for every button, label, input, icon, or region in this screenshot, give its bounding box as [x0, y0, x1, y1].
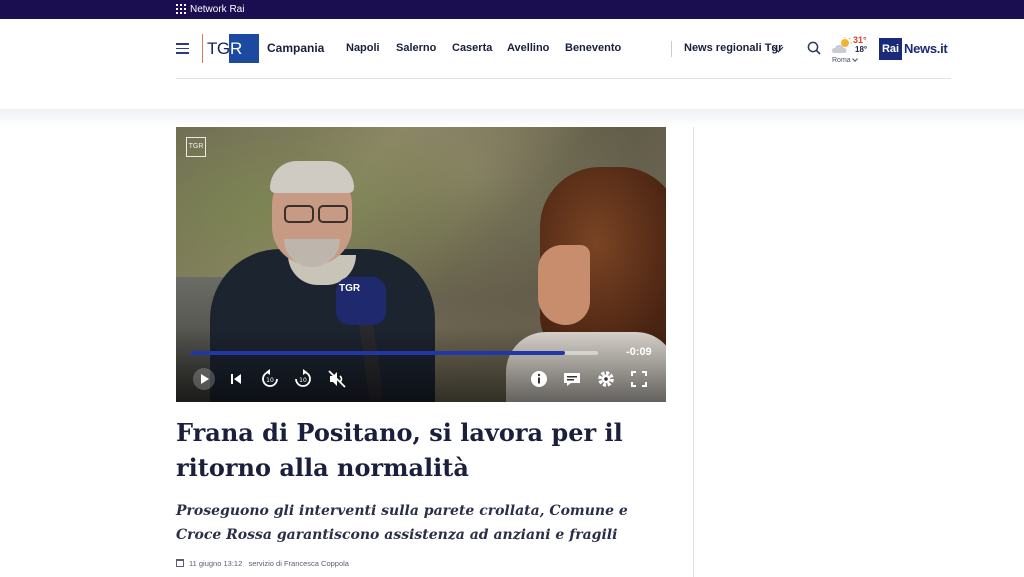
video-interviewee-glasses — [280, 205, 352, 225]
settings-gear-icon[interactable] — [594, 367, 618, 391]
video-interviewee-hair — [270, 161, 354, 193]
mute-icon[interactable] — [325, 367, 349, 391]
tgr-logo-text: TG — [207, 39, 230, 58]
microphone-label: TGR — [339, 283, 361, 294]
info-icon[interactable] — [527, 367, 551, 391]
temperature-low: 18° — [855, 45, 868, 54]
play-icon[interactable] — [192, 367, 216, 391]
news-regionali-dropdown[interactable]: News regionali Tgr — [684, 42, 782, 54]
rai-logo-box: Rai — [879, 38, 902, 60]
tgr-logo-box: R — [229, 34, 259, 63]
hamburger-menu-icon[interactable] — [176, 43, 189, 54]
skip-back-icon[interactable] — [224, 367, 248, 391]
tgr-logo[interactable]: TG R — [205, 34, 259, 63]
header-divider — [176, 78, 951, 79]
time-remaining: -0:09 — [626, 346, 652, 358]
nav-divider — [671, 41, 672, 57]
nav-item-benevento[interactable]: Benevento — [565, 42, 621, 54]
video-reporter-face — [538, 245, 590, 325]
article-credit: servizio di Francesca Coppola — [248, 559, 349, 568]
grid-menu-icon[interactable] — [176, 4, 186, 14]
site-header — [0, 19, 1024, 109]
article-headline: Frana di Positano, si lavora per il rito… — [176, 418, 623, 482]
calendar-icon — [176, 559, 184, 567]
subtitles-icon[interactable] — [560, 367, 584, 391]
rewind-10-icon[interactable]: 10 — [258, 367, 282, 391]
video-progress-fill — [190, 351, 566, 355]
nav-item-napoli[interactable]: Napoli — [346, 42, 380, 54]
svg-text:10: 10 — [266, 377, 274, 384]
forward-10-icon[interactable]: 10 — [291, 367, 315, 391]
network-bar: Network Rai — [0, 0, 1024, 19]
logo-divider — [202, 34, 203, 63]
article-meta: 11 giugno 13:12 servizio di Francesca Co… — [176, 559, 349, 568]
video-player[interactable]: TGR TGR -0:09 10 10 — [176, 127, 666, 402]
temperature-high: 31° — [853, 35, 867, 45]
fullscreen-icon[interactable] — [627, 367, 651, 391]
video-channel-badge: TGR — [186, 137, 206, 157]
region-title[interactable]: Campania — [267, 41, 324, 55]
rainews-logo-text: News.it — [904, 41, 948, 56]
article-subtitle: Proseguono gli interventi sulla parete c… — [176, 503, 628, 543]
svg-text:10: 10 — [299, 377, 307, 384]
nav-item-caserta[interactable]: Caserta — [452, 42, 492, 54]
video-progress-bar[interactable] — [190, 351, 598, 355]
header-shadow — [0, 109, 1024, 127]
search-icon[interactable] — [807, 41, 821, 55]
nav-item-salerno[interactable]: Salerno — [396, 42, 436, 54]
sidebar-divider — [693, 127, 694, 577]
article-date: 11 giugno 13:12 — [189, 559, 243, 568]
controls-gradient — [176, 327, 666, 402]
network-rai-link[interactable]: Network Rai — [190, 3, 244, 16]
weather-cloud-sun-icon[interactable] — [831, 37, 853, 55]
nav-item-avellino[interactable]: Avellino — [507, 42, 549, 54]
weather-city[interactable]: Roma — [832, 57, 851, 64]
